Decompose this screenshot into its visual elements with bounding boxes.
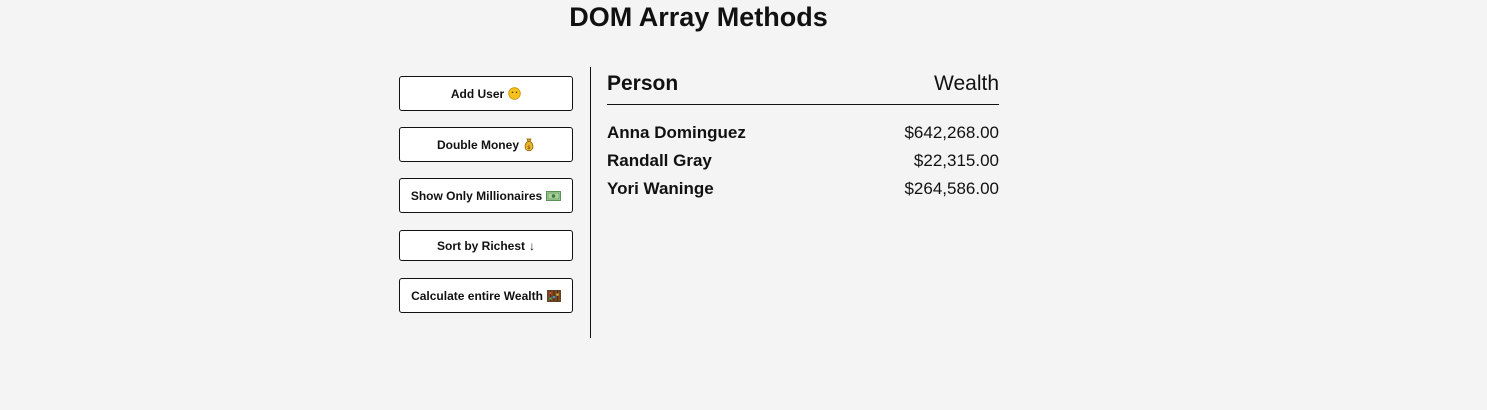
wealth-table: Person Wealth Anna Dominguez $642,268.00…: [607, 67, 999, 338]
abacus-icon: [547, 289, 561, 302]
sort-by-richest-label: Sort by Richest: [436, 238, 526, 253]
money-bag-icon: $: [523, 138, 535, 152]
face-icon: [508, 87, 521, 100]
calculate-wealth-button[interactable]: Calculate entire Wealth: [399, 278, 573, 313]
show-millionaires-button[interactable]: Show Only Millionaires: [399, 178, 573, 213]
table-row: Randall Gray $22,315.00: [607, 147, 999, 175]
svg-text:$: $: [527, 144, 531, 150]
table-rows: Anna Dominguez $642,268.00 Randall Gray …: [607, 105, 999, 203]
vertical-divider: [590, 67, 591, 338]
sort-by-richest-button[interactable]: Sort by Richest ↓: [399, 230, 573, 261]
add-user-label: Add User: [450, 86, 505, 101]
person-name: Randall Gray: [607, 151, 712, 170]
double-money-label: Double Money: [436, 137, 519, 152]
dollar-banknote-icon: [546, 190, 562, 201]
person-name: Yori Waninge: [607, 179, 714, 198]
person-wealth: $642,268.00: [904, 123, 999, 142]
actions-panel: Add User Double Money $ Show Only Millio…: [399, 67, 573, 338]
person-wealth: $264,586.00: [904, 179, 999, 198]
person-column-header: Person: [607, 72, 679, 95]
add-user-button[interactable]: Add User: [399, 76, 573, 111]
calculate-wealth-label: Calculate entire Wealth: [411, 288, 543, 303]
show-millionaires-label: Show Only Millionaires: [410, 188, 543, 203]
person-name: Anna Dominguez: [607, 123, 746, 142]
table-row: Anna Dominguez $642,268.00: [607, 119, 999, 147]
person-wealth: $22,315.00: [913, 151, 999, 170]
table-row: Yori Waninge $264,586.00: [607, 175, 999, 203]
page-title: DOM Array Methods: [569, 2, 828, 32]
wealth-column-header: Wealth: [934, 72, 999, 95]
app-layout: Add User Double Money $ Show Only Millio…: [399, 67, 999, 338]
table-header: Person Wealth: [607, 67, 999, 105]
arrow-down-icon: ↓: [529, 238, 536, 253]
double-money-button[interactable]: Double Money $: [399, 127, 573, 162]
